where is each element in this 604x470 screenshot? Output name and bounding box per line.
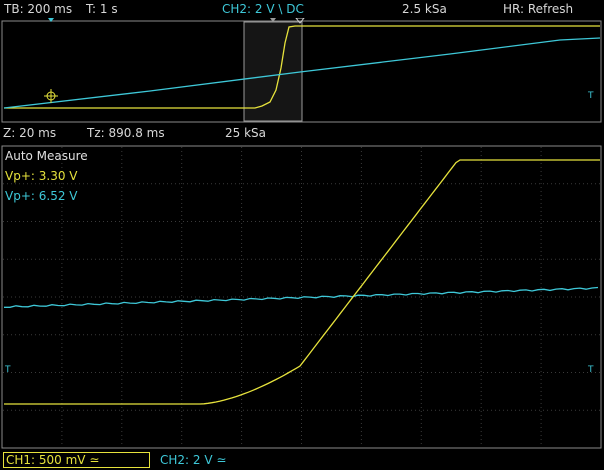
tz-readout[interactable]: Tz: 890.8 ms — [87, 126, 165, 140]
top-status-bar: TB: 200 ms T: 1 s CH2: 2 V \ DC 2.5 kSa … — [0, 0, 604, 18]
zoom-sample-rate-readout: 25 kSa — [225, 126, 267, 140]
left-trigger-marker: T — [4, 365, 11, 375]
ch2-setting-readout[interactable]: CH2: 2 V \ DC — [222, 2, 304, 16]
ch2-zoom-trace — [4, 286, 599, 308]
sample-rate-readout: 2.5 kSa — [402, 2, 447, 16]
ch2-channel-button[interactable]: CH2: 2 V ≃ — [160, 453, 226, 467]
bottom-channel-bar: CH1: 500 mV ≃ CH2: 2 V ≃ — [0, 450, 604, 470]
ch2-vp-measurement: Vp+: 6.52 V — [5, 189, 78, 203]
overview-waveform-panel[interactable]: T — [0, 18, 604, 124]
timebase-readout[interactable]: TB: 200 ms — [4, 2, 72, 16]
trigger-time-readout[interactable]: T: 1 s — [86, 2, 118, 16]
ch1-channel-button[interactable]: CH1: 500 mV ≃ — [3, 452, 150, 468]
auto-measure-title[interactable]: Auto Measure — [5, 149, 88, 163]
right-trigger-marker: T — [587, 365, 594, 375]
zoom-window-indicator[interactable] — [243, 21, 303, 122]
zoom-waveform-panel[interactable]: T T — [0, 142, 604, 450]
overview-trigger-marker: T — [587, 91, 594, 101]
crosshair-icon[interactable] — [44, 89, 58, 103]
zoom-status-bar: Z: 20 ms Tz: 890.8 ms 25 kSa — [0, 124, 604, 142]
ch1-vp-measurement: Vp+: 3.30 V — [5, 169, 78, 183]
zoom-readout[interactable]: Z: 20 ms — [3, 126, 56, 140]
hr-mode-readout[interactable]: HR: Refresh — [503, 2, 573, 16]
